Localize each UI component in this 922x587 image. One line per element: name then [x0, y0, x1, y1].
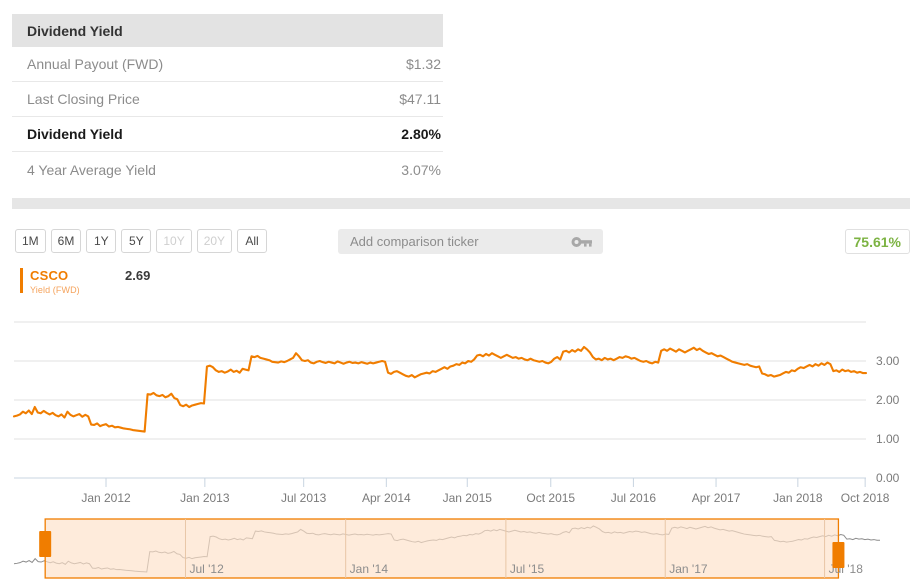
summary-row: 4 Year Average Yield 3.07% [12, 152, 443, 187]
chart-x-axis-labels: Jan 2012 Jan 2013 Jul 2013 Apr 2014 Jan 2015… [81, 478, 890, 505]
series-legend[interactable]: CSCO Yield (FWD) 2.69 [20, 268, 150, 295]
summary-table-header: Dividend Yield [12, 14, 443, 47]
x-axis-tick-label: Jan 2013 [180, 491, 230, 505]
legend-current-value: 2.69 [125, 268, 151, 283]
range-button-20y: 20Y [196, 229, 233, 253]
y-axis-tick-label: 1.00 [876, 432, 900, 446]
percent-change-value: 75.61% [853, 233, 901, 250]
navigator-selection-mask[interactable] [44, 518, 840, 579]
x-axis-tick-label: Jan 2018 [773, 491, 823, 505]
chart-series-line [12, 345, 868, 433]
summary-row-value: $1.32 [405, 56, 441, 72]
range-button-1m[interactable]: 1M [15, 229, 46, 253]
dividend-summary-table: Dividend Yield Annual Payout (FWD) $1.32 L… [12, 14, 443, 187]
percent-change-badge: 75.61% [844, 229, 910, 254]
chart-navigator[interactable]: Jul '12 Jan '14 Jul '15 Jan '17 Jul '18 [0, 512, 922, 584]
summary-row: Last Closing Price $47.11 [12, 82, 443, 117]
page-title: Dividend Yield [27, 22, 123, 39]
summary-row: Dividend Yield 2.80% [12, 117, 443, 152]
navigator-tick-label: Jan '17 [669, 562, 708, 576]
legend-subtitle: Yield (FWD) [30, 285, 80, 295]
navigator-handle-right[interactable] [832, 542, 845, 568]
x-axis-tick-label: Oct 2018 [841, 491, 890, 505]
chart-toolbar: 1M6M1Y5Y10Y20YAll 75.61% [0, 229, 922, 255]
section-divider [12, 198, 910, 209]
legend-text-block: CSCO Yield (FWD) [30, 268, 80, 295]
comparison-ticker-field[interactable] [338, 229, 603, 254]
navigator-tick-label: Jul '15 [510, 562, 545, 576]
navigator-tick-label: Jan '14 [350, 562, 389, 576]
y-axis-tick-label: 3.00 [876, 354, 900, 368]
y-axis-tick-label: 0.00 [876, 471, 900, 485]
summary-row-value: 2.80% [401, 126, 441, 142]
x-axis-tick-label: Oct 2015 [526, 491, 575, 505]
summary-row-label: Annual Payout (FWD) [27, 56, 164, 72]
summary-row-value: 3.07% [401, 161, 441, 178]
x-axis-tick-label: Jul 2013 [281, 491, 327, 505]
dividend-yield-widget: Dividend Yield Annual Payout (FWD) $1.32 L… [0, 0, 922, 587]
range-selector-group: 1M 6M 1Y 5Y 10Y 20Y All [15, 229, 268, 253]
x-axis-tick-label: Jul 2016 [611, 491, 657, 505]
summary-row-label: Dividend Yield [27, 126, 123, 142]
navigator-canvas[interactable]: Jul '12 Jan '14 Jul '15 Jan '17 Jul '18 [0, 512, 922, 584]
chart-canvas[interactable]: 0.00 1.00 2.00 3.00 Jan 2012 Jan 2013 Jul 201… [0, 300, 922, 505]
summary-row: Annual Payout (FWD) $1.32 [12, 47, 443, 82]
x-axis-tick-label: Apr 2017 [692, 491, 741, 505]
y-axis-tick-label: 2.00 [876, 393, 900, 407]
legend-color-swatch [20, 268, 23, 293]
legend-ticker: CSCO [30, 268, 69, 283]
range-button-all[interactable]: All [237, 229, 268, 253]
x-axis-tick-label: Jan 2015 [443, 491, 493, 505]
navigator-tick-label: Jul '12 [189, 562, 224, 576]
summary-row-value: $47.11 [399, 91, 441, 107]
range-button-1y[interactable]: 1Y [86, 229, 117, 253]
chart-gridlines [14, 321, 866, 479]
range-button-5y[interactable]: 5Y [121, 229, 152, 253]
comparison-ticker-input[interactable] [348, 233, 571, 250]
range-button-6m[interactable]: 6M [50, 229, 82, 253]
summary-row-label: 4 Year Average Yield [27, 161, 156, 178]
summary-row-label: Last Closing Price [27, 91, 140, 107]
x-axis-tick-label: Apr 2014 [362, 491, 411, 505]
key-icon[interactable] [571, 235, 593, 249]
x-axis-tick-label: Jan 2012 [81, 491, 131, 505]
summary-rows-container: Annual Payout (FWD) $1.32 Last Closing Pri… [12, 47, 443, 187]
yield-chart[interactable]: 0.00 1.00 2.00 3.00 Jan 2012 Jan 2013 Jul 201… [0, 300, 922, 505]
navigator-handle-left[interactable] [39, 531, 52, 557]
chart-y-axis-labels: 0.00 1.00 2.00 3.00 [876, 354, 900, 485]
range-button-10y: 10Y [156, 229, 192, 253]
